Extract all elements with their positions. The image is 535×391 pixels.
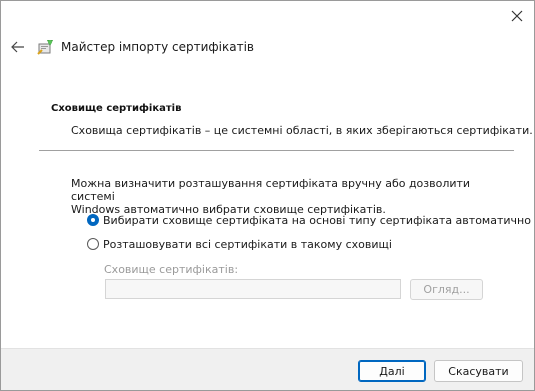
section-title: Сховище сертифікатів [51, 103, 182, 114]
auto-select-store-label: Вибирати сховище сертифіката на основі т… [103, 213, 531, 227]
wizard-footer: Далі Скасувати [1, 348, 534, 390]
auto-select-store-option[interactable]: Вибирати сховище сертифіката на основі т… [87, 212, 531, 228]
radio-button-checked[interactable] [87, 214, 99, 226]
cancel-button[interactable]: Скасувати [434, 360, 523, 382]
certificate-import-wizard-window: Майстер імпорту сертифікатів Сховище сер… [0, 0, 535, 391]
close-button[interactable] [504, 5, 530, 27]
intro-line-1: Можна визначити розташування сертифіката… [71, 177, 471, 203]
wizard-title: Майстер імпорту сертифікатів [61, 40, 254, 54]
next-button[interactable]: Далі [358, 360, 426, 382]
back-arrow-icon [11, 41, 24, 53]
browse-button: Огляд... [410, 279, 483, 300]
radio-button-unchecked[interactable] [87, 238, 99, 250]
certificate-wizard-icon [37, 40, 53, 55]
section-description: Сховища сертифікатів – це системні облас… [71, 124, 533, 137]
place-in-store-label: Розташовувати всі сертифікати в такому с… [103, 237, 392, 251]
intro-text: Можна визначити розташування сертифіката… [71, 177, 481, 216]
wizard-header: Майстер імпорту сертифікатів [7, 35, 254, 59]
certificate-store-label: Сховище сертифікатів: [104, 263, 239, 276]
place-in-store-option[interactable]: Розташовувати всі сертифікати в такому с… [87, 236, 392, 252]
divider [39, 150, 514, 151]
back-button[interactable] [7, 36, 29, 58]
certificate-store-field [105, 279, 401, 299]
close-icon [511, 10, 523, 22]
